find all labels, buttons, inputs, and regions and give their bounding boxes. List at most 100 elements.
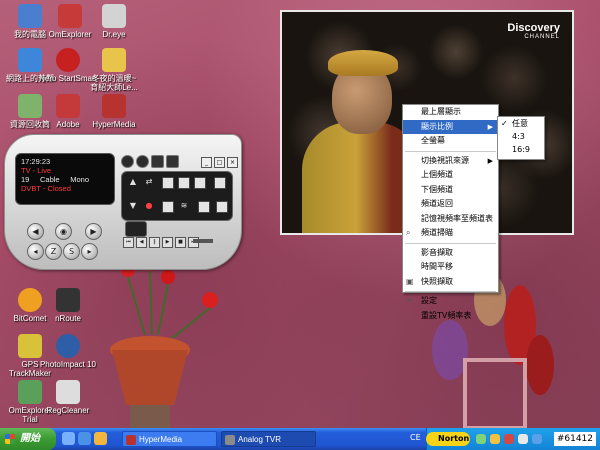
- desktop-icon-dreye[interactable]: Dr.eye: [84, 4, 144, 39]
- menu-item[interactable]: 全螢幕: [403, 134, 498, 149]
- photoimpact-icon: [56, 334, 80, 358]
- desktop-icon-photoimpact[interactable]: PhotoImpact 10: [38, 334, 98, 369]
- menu-item[interactable]: 最上層顯示: [403, 105, 498, 120]
- start-button[interactable]: 開始: [0, 428, 56, 450]
- quicklaunch-desktop-icon[interactable]: [62, 432, 75, 445]
- menu-item-label: 顯示比例: [421, 121, 453, 131]
- grid-icon[interactable]: [162, 177, 174, 189]
- tray-icon-1[interactable]: [476, 434, 486, 444]
- snapshot-icon[interactable]: [198, 201, 210, 213]
- menu-item[interactable]: ▣ 快照擷取: [403, 275, 498, 290]
- tv-player-widget[interactable]: 17:29:23 TV - Live 19 Cable Mono DVBT - …: [4, 134, 242, 270]
- checkmark-icon: ✓: [501, 119, 508, 128]
- snap-button[interactable]: S: [63, 243, 80, 260]
- menu-item[interactable]: 影音擷取: [403, 246, 498, 261]
- camera-icon: ▣: [406, 276, 414, 286]
- menu-item-label: 最上層顯示: [421, 107, 461, 116]
- magnifier-icon: ⌕: [406, 228, 411, 237]
- restore-button[interactable]: □: [214, 157, 225, 168]
- rewind-start-icon[interactable]: ⏮: [123, 237, 134, 248]
- menu-item[interactable]: 顯示比例 ▶: [403, 119, 498, 134]
- rewind-icon[interactable]: ◀: [136, 237, 147, 248]
- pause-icon[interactable]: ‖: [149, 237, 160, 248]
- tray-clock[interactable]: #61412: [553, 432, 596, 446]
- stop-square-icon[interactable]: [162, 201, 174, 213]
- signal-icon[interactable]: ≋: [177, 200, 191, 212]
- menu-separator: [405, 242, 496, 244]
- task-hypermedia[interactable]: HyperMedia: [122, 431, 217, 447]
- play-icon[interactable]: ▶: [162, 237, 173, 248]
- icon-label-2: 育紹大師Le...: [90, 83, 138, 92]
- tv-guide-icon[interactable]: [216, 201, 228, 213]
- stop-icon[interactable]: ■: [175, 237, 186, 248]
- icon-label: PhotoImpact 10: [39, 360, 97, 369]
- channel-logo-sub: CHANNEL: [524, 34, 560, 40]
- aspect-option-label: 4:3: [512, 132, 525, 141]
- tray-icon-2[interactable]: [490, 434, 500, 444]
- tv-icon[interactable]: [125, 221, 147, 237]
- aspect-option[interactable]: 16:9: [498, 143, 544, 156]
- nav-center-button[interactable]: ◉: [55, 223, 72, 240]
- record-icon[interactable]: [151, 155, 164, 168]
- tray-icon-4[interactable]: [518, 434, 528, 444]
- minimize-button[interactable]: _: [201, 157, 212, 168]
- record-dot-icon[interactable]: ●: [142, 200, 156, 212]
- quicklaunch-ie-icon[interactable]: [78, 432, 91, 445]
- desktop-icon-regcleaner[interactable]: RegCleaner: [38, 380, 98, 415]
- hypermedia-icon: [126, 435, 136, 445]
- nroute-icon: [56, 288, 80, 312]
- menu-item[interactable]: 重設TV頻率表: [403, 309, 498, 324]
- lcd-audio: Mono: [70, 175, 89, 184]
- camera-icon[interactable]: [178, 177, 190, 189]
- aspect-option[interactable]: 4:3: [498, 130, 544, 143]
- settings-icon[interactable]: [166, 155, 179, 168]
- shuffle-icon[interactable]: ⇄: [142, 176, 156, 188]
- transport-controls: ⏮ ◀ ‖ ▶ ■ ⏭: [123, 237, 199, 248]
- folder-icon[interactable]: [214, 177, 226, 189]
- menu-item-label: 時間平移: [421, 262, 453, 271]
- menu-item[interactable]: 下個頻道: [403, 183, 498, 198]
- disc-icon[interactable]: [194, 177, 206, 189]
- tray-icon-3[interactable]: [504, 434, 514, 444]
- quicklaunch-media-icon[interactable]: [94, 432, 107, 445]
- menu-item-label: 下個頻道: [421, 184, 453, 194]
- task-analog-tvr[interactable]: Analog TVR: [221, 431, 316, 447]
- globe-icon[interactable]: [136, 155, 149, 168]
- menu-item[interactable]: 記憶視頻率至頻道表: [403, 212, 498, 227]
- nero-icon: [56, 48, 80, 72]
- submenu-arrow-icon: ▶: [487, 122, 493, 131]
- language-indicator[interactable]: CE: [410, 433, 421, 442]
- menu-item-label: 上個頻道: [421, 170, 453, 179]
- video-subject-hat: [328, 50, 398, 76]
- arrow-down-icon[interactable]: ▼: [126, 200, 140, 212]
- menu-item[interactable]: 頻道返回: [403, 197, 498, 212]
- start-label: 開始: [20, 433, 40, 444]
- menu-item[interactable]: 時間平移: [403, 260, 498, 275]
- menu-item-label: 快照擷取: [421, 276, 453, 286]
- menu-item[interactable]: ⌕ 頻道掃瞄: [403, 226, 498, 241]
- desktop-icon-folder[interactable]: 冬夜的溫暖~ 育紹大師Le...: [84, 48, 144, 92]
- arrow-up-icon[interactable]: ▲: [126, 176, 140, 188]
- desktop-icon-hypermedia[interactable]: HyperMedia: [84, 94, 144, 129]
- nav-right-button[interactable]: ▶: [85, 223, 102, 240]
- volume-up-button[interactable]: ▸: [81, 243, 98, 260]
- tvr-icon: [225, 435, 235, 445]
- menu-item[interactable]: 切換視訊來源 ▶: [403, 154, 498, 169]
- menu-item-label: 影音擷取: [421, 247, 453, 257]
- desktop-icon-nroute[interactable]: nRoute: [38, 288, 98, 323]
- control-pad: ▲ ⇄ ▼ ● ≋: [121, 171, 233, 221]
- norton-tray-button[interactable]: Norton: [426, 432, 470, 446]
- refresh-icon[interactable]: [121, 155, 134, 168]
- menu-item[interactable]: ✕ 設定: [403, 294, 498, 309]
- volume-down-button[interactable]: ◂: [27, 243, 44, 260]
- hypermedia-icon: [102, 94, 126, 118]
- lcd-channel-row: 19 Cable Mono: [21, 175, 109, 184]
- regcleaner-icon: [56, 380, 80, 404]
- nav-left-button[interactable]: ◀: [27, 223, 44, 240]
- menu-item[interactable]: 上個頻道: [403, 168, 498, 183]
- close-button[interactable]: ×: [227, 157, 238, 168]
- zoom-button[interactable]: Z: [45, 243, 62, 260]
- volume-slider[interactable]: [193, 239, 213, 243]
- aspect-option[interactable]: ✓ 任意: [498, 117, 544, 130]
- tray-icon-5[interactable]: [532, 434, 542, 444]
